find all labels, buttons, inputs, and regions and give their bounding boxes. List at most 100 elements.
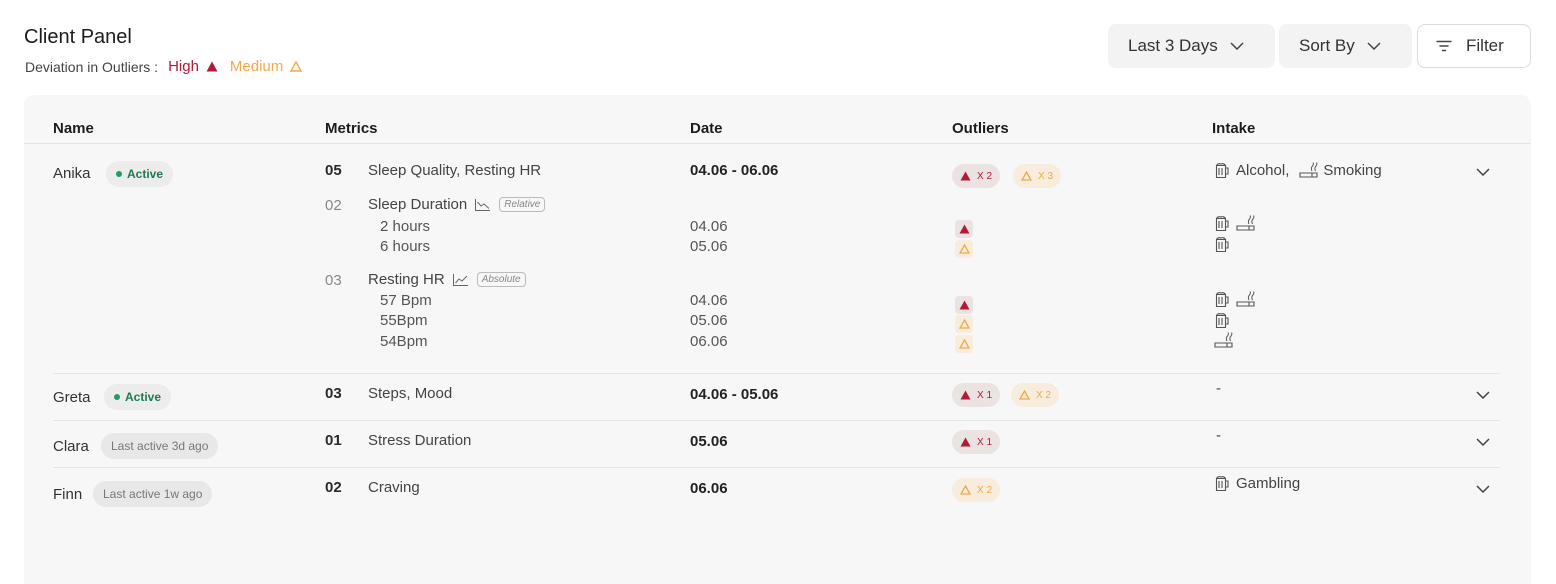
intake-empty: - bbox=[1216, 380, 1221, 397]
metric-summary: Craving bbox=[368, 479, 420, 496]
detail-metric: Sleep Duration Relative bbox=[368, 196, 546, 213]
outlier-medium-indicator bbox=[955, 335, 973, 353]
page-title: Client Panel bbox=[24, 26, 132, 48]
client-name: Clara bbox=[53, 438, 89, 455]
date-range: 06.06 bbox=[690, 480, 728, 497]
medium-triangle-icon bbox=[958, 319, 970, 329]
high-triangle-icon bbox=[960, 171, 971, 181]
status-label: Active bbox=[127, 167, 164, 181]
intake-empty: - bbox=[1216, 427, 1221, 444]
detail-value: 55Bpm bbox=[380, 312, 428, 329]
cigarette-icon bbox=[1214, 332, 1233, 348]
date-range-dropdown[interactable]: Last 3 Days bbox=[1108, 24, 1275, 68]
detail-intake bbox=[1214, 236, 1236, 253]
metric-count: 02 bbox=[325, 479, 342, 496]
medium-triangle-icon bbox=[1021, 171, 1032, 181]
outlier-medium-count: X 2 bbox=[1036, 389, 1052, 401]
column-header-outliers: Outliers bbox=[952, 120, 1009, 137]
gambling-icon bbox=[1215, 476, 1229, 492]
client-name: Finn bbox=[53, 486, 83, 503]
outlier-medium-indicator bbox=[955, 315, 973, 333]
filter-label: Filter bbox=[1466, 36, 1504, 55]
high-triangle-icon bbox=[960, 437, 971, 447]
detail-intake bbox=[1214, 215, 1260, 232]
status-badge: Last active 1w ago bbox=[93, 481, 213, 507]
high-triangle-icon bbox=[960, 390, 971, 400]
outlier-high-count: X 1 bbox=[977, 436, 993, 448]
detail-intake bbox=[1214, 312, 1236, 329]
detail-date: 04.06 bbox=[690, 292, 728, 309]
chevron-down-icon bbox=[1367, 42, 1381, 50]
absolute-tag: Absolute bbox=[476, 272, 526, 287]
medium-triangle-icon bbox=[290, 61, 303, 72]
detail-count: 02 bbox=[325, 197, 342, 214]
outlier-medium-count: X 3 bbox=[1038, 170, 1054, 182]
detail-intake bbox=[1214, 332, 1238, 349]
status-badge: Active bbox=[104, 384, 172, 410]
date-range-label: Last 3 Days bbox=[1128, 36, 1218, 55]
outlier-legend: Deviation in Outliers : High Medium bbox=[25, 58, 303, 75]
status-label: Active bbox=[125, 390, 162, 404]
row-divider bbox=[53, 373, 1500, 374]
sort-by-dropdown[interactable]: Sort By bbox=[1279, 24, 1412, 68]
detail-count: 03 bbox=[325, 272, 342, 289]
medium-triangle-icon bbox=[1019, 390, 1030, 400]
medium-triangle-icon bbox=[958, 339, 970, 349]
metric-summary: Sleep Quality, Resting HR bbox=[368, 162, 542, 179]
expand-chevron-icon[interactable] bbox=[1476, 438, 1490, 446]
outlier-high-pill: X 1 bbox=[952, 383, 1001, 407]
header-divider bbox=[24, 143, 1531, 144]
detail-date: 05.06 bbox=[690, 312, 728, 329]
status-badge: Last active 3d ago bbox=[101, 433, 219, 459]
beer-icon bbox=[1215, 313, 1229, 329]
column-header-name: Name bbox=[53, 120, 94, 137]
column-header-metrics: Metrics bbox=[325, 120, 378, 137]
metric-count: 05 bbox=[325, 162, 342, 179]
metric-summary: Steps, Mood bbox=[368, 385, 453, 402]
column-header-date: Date bbox=[690, 120, 723, 137]
outlier-medium-count: X 2 bbox=[977, 484, 993, 496]
expand-chevron-icon[interactable] bbox=[1476, 391, 1490, 399]
beer-icon bbox=[1215, 163, 1229, 179]
intake-smoking: Smoking bbox=[1323, 162, 1382, 179]
filter-icon bbox=[1436, 40, 1452, 52]
high-triangle-icon bbox=[959, 224, 969, 234]
detail-value: 6 hours bbox=[380, 238, 431, 255]
column-header-intake: Intake bbox=[1212, 120, 1256, 137]
intake-list: Gambling bbox=[1214, 475, 1300, 492]
client-name: Greta bbox=[53, 389, 91, 406]
outlier-medium-pill: X 2 bbox=[1011, 383, 1060, 407]
intake-gambling: Gambling bbox=[1236, 475, 1301, 492]
outlier-high-count: X 1 bbox=[977, 389, 993, 401]
detail-metric-label: Resting HR bbox=[368, 271, 445, 288]
date-range: 04.06 - 05.06 bbox=[690, 386, 779, 403]
trend-up-icon bbox=[452, 273, 468, 286]
sort-by-label: Sort By bbox=[1299, 36, 1355, 55]
expand-chevron-icon[interactable] bbox=[1476, 485, 1490, 493]
intake-list: Alcohol, Smoking bbox=[1214, 162, 1382, 179]
active-dot-icon bbox=[116, 171, 122, 177]
cigarette-icon bbox=[1299, 162, 1318, 178]
legend-label: Deviation in Outliers : bbox=[25, 58, 159, 75]
detail-date: 05.06 bbox=[690, 238, 728, 255]
filter-button[interactable]: Filter bbox=[1417, 24, 1531, 68]
trend-down-icon bbox=[475, 198, 491, 211]
detail-date: 06.06 bbox=[690, 333, 728, 350]
beer-icon bbox=[1215, 216, 1229, 232]
date-range: 04.06 - 06.06 bbox=[690, 162, 779, 179]
detail-date: 04.06 bbox=[690, 218, 728, 235]
high-triangle-icon bbox=[959, 300, 969, 310]
metric-count: 03 bbox=[325, 385, 342, 402]
beer-icon bbox=[1215, 292, 1229, 308]
detail-value: 2 hours bbox=[380, 218, 431, 235]
outlier-high-count: X 2 bbox=[977, 170, 993, 182]
cigarette-icon bbox=[1236, 215, 1255, 231]
detail-value: 54Bpm bbox=[380, 333, 428, 350]
outlier-medium-pill: X 3 bbox=[1013, 164, 1062, 188]
date-range: 05.06 bbox=[690, 433, 728, 450]
active-dot-icon bbox=[114, 394, 120, 400]
outlier-medium-indicator bbox=[955, 240, 973, 258]
metric-count: 01 bbox=[325, 432, 342, 449]
expand-chevron-icon[interactable] bbox=[1476, 168, 1490, 176]
intake-alcohol: Alcohol, bbox=[1236, 162, 1290, 179]
